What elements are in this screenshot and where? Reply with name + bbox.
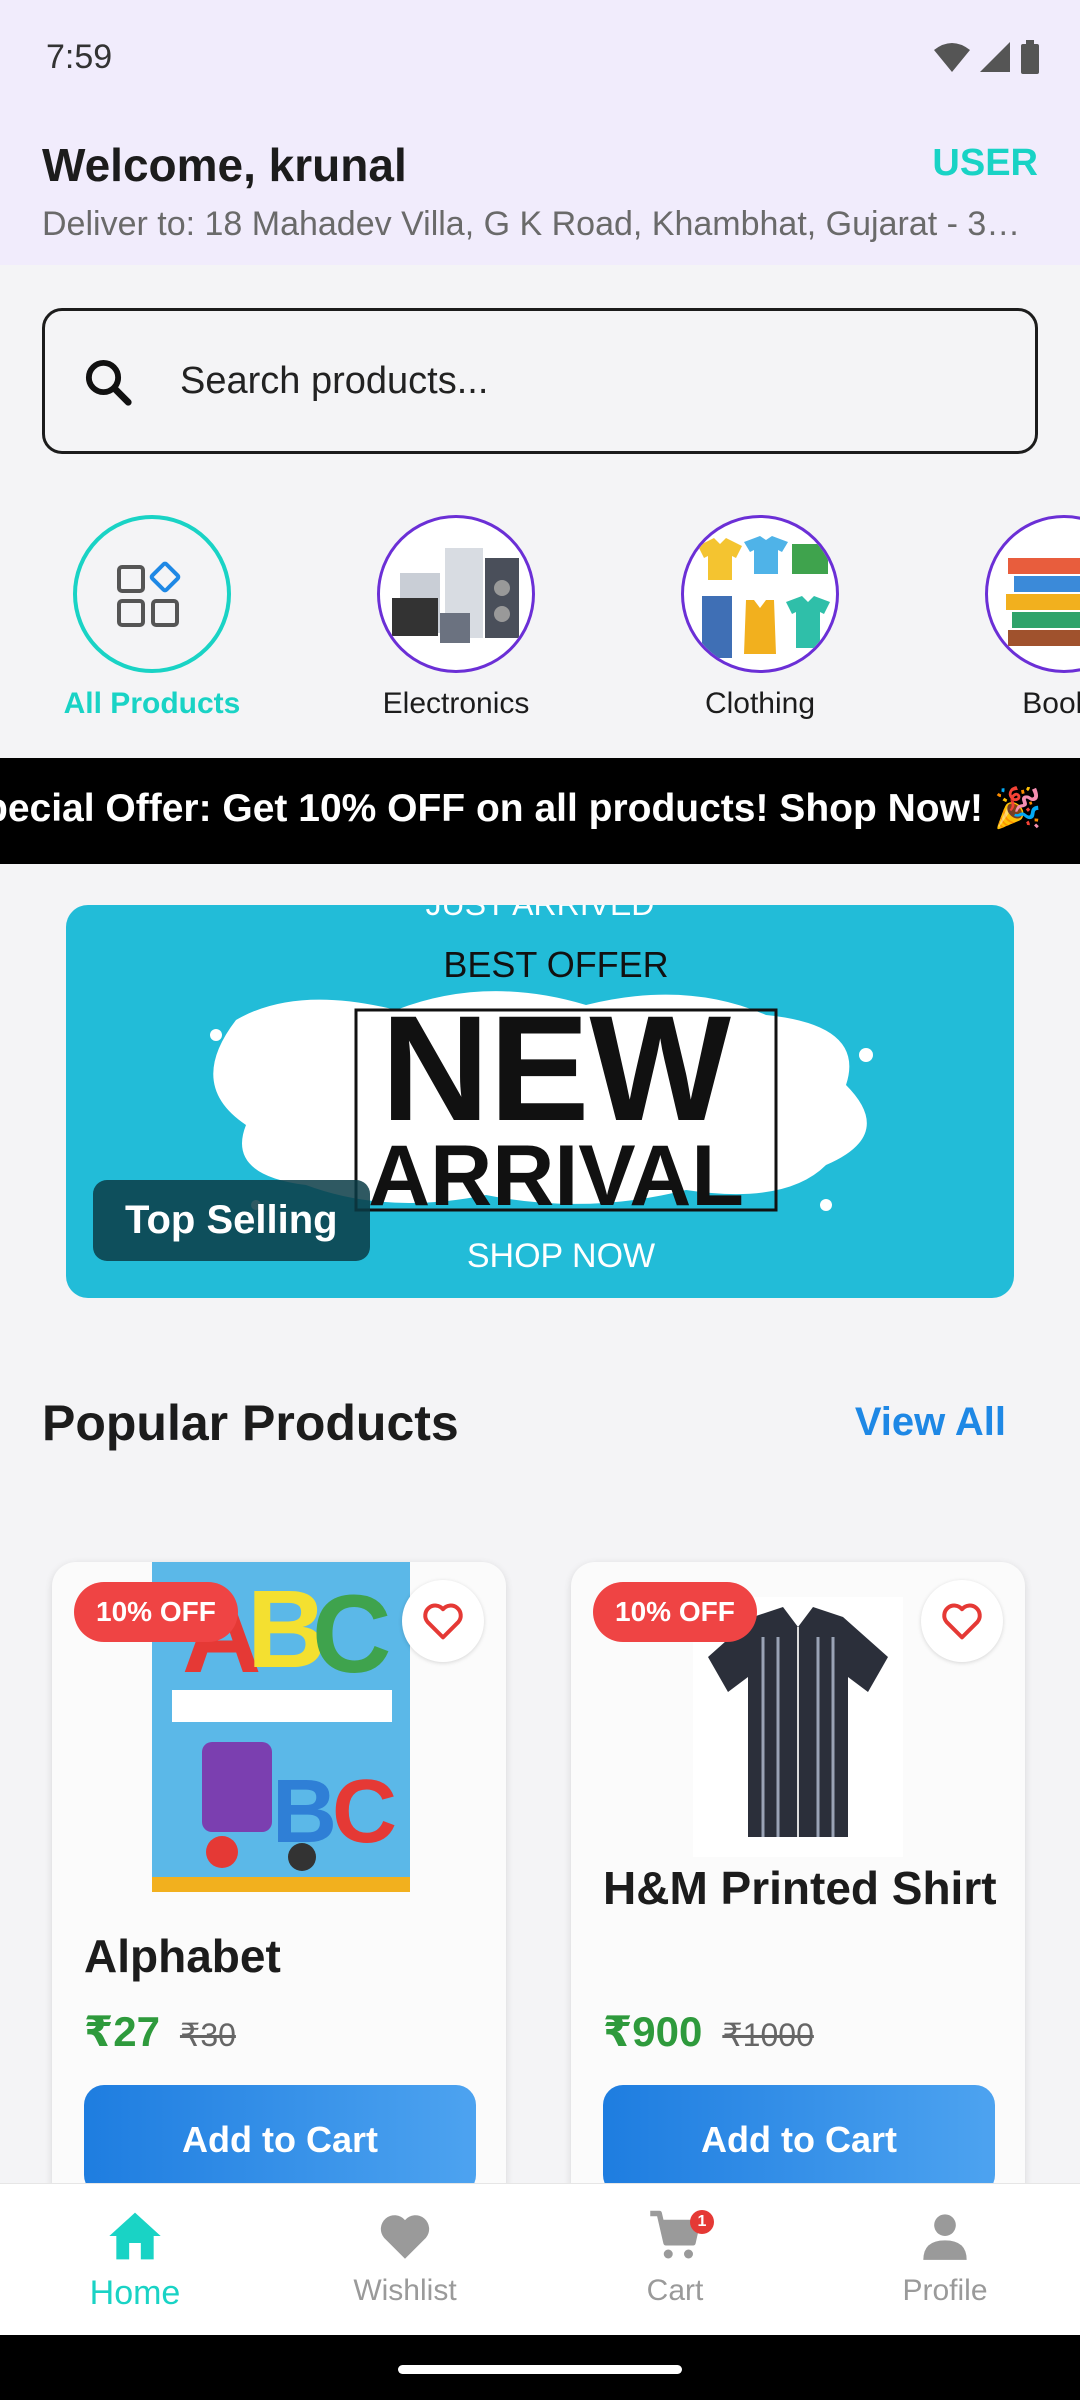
battery-icon [1021,40,1039,74]
category-all-products[interactable]: All Products [42,515,262,721]
heart-icon [380,2215,430,2259]
app-header: Welcome, krunal USER Deliver to: 18 Maha… [0,120,1080,265]
shop-now-text: SHOP NOW [467,1237,655,1275]
nav-label: Profile [902,2274,988,2307]
category-label: Electronics [382,687,530,720]
wishlist-button[interactable] [921,1580,1003,1662]
nav-home[interactable]: Home [0,2206,270,2313]
category-label: All Products [63,687,241,720]
signal-icon [980,42,1010,72]
offer-text: Special Offer: Get 10% OFF on all produc… [0,787,1043,830]
heart-outline-icon [423,1603,463,1640]
product-name: Alphabet [84,1930,281,1982]
product-old-price: ₹1000 [722,2017,814,2053]
status-time: 7:59 [46,38,113,76]
wishlist-button[interactable] [402,1580,484,1662]
nav-label: Wishlist [353,2274,457,2307]
nav-wishlist[interactable]: Wishlist [270,2206,540,2308]
top-selling-tag: Top Selling [93,1180,370,1261]
bottom-navigation: Home Wishlist 1 Cart Profile [0,2183,1080,2335]
home-gesture-handle[interactable] [398,2365,682,2374]
discount-badge: 10% OFF [593,1582,757,1642]
view-all-link[interactable]: View All [855,1400,1006,1445]
category-clothing[interactable]: Clothing [650,515,870,721]
arrival-text: ARRIVAL [368,1128,744,1224]
electronics-image [377,515,535,673]
category-all-products-circle [73,515,231,673]
add-to-cart-button[interactable]: Add to Cart [84,2085,476,2195]
price-row: ₹27 ₹30 [84,2007,236,2056]
price-row: ₹900 ₹1000 [603,2007,814,2056]
new-text: NEW [381,984,731,1152]
user-role-label[interactable]: USER [932,142,1038,185]
product-price: ₹27 [84,2008,160,2055]
search-icon [85,359,132,406]
svg-text:C: C [332,1762,397,1862]
nav-label: Home [89,2274,181,2312]
nav-profile[interactable]: Profile [810,2206,1080,2308]
product-price: ₹900 [603,2008,703,2055]
system-gesture-bar [0,2335,1080,2400]
nav-label: Cart [646,2274,704,2307]
category-list[interactable]: All Products Electronics Clothing Boo [0,515,1080,735]
clothing-image [681,515,839,673]
cart-badge: 1 [690,2210,714,2234]
welcome-text: Welcome, krunal [42,139,407,191]
svg-text:C: C [312,1573,391,1696]
popular-products-title: Popular Products [42,1395,459,1451]
nav-cart[interactable]: 1 Cart [540,2206,810,2308]
offer-marquee: Special Offer: Get 10% OFF on all produc… [0,758,1080,864]
grid-icon [117,561,181,627]
category-electronics[interactable]: Electronics [346,515,566,721]
category-label: Clothing [704,687,816,720]
clothing-illustration [698,536,830,658]
status-icons [934,40,1040,74]
wifi-icon [934,43,970,72]
add-to-cart-button[interactable]: Add to Cart [603,2085,995,2195]
just-arrived-text: JUST ARRIVED [426,905,655,922]
search-bar[interactable] [42,308,1038,454]
category-label: Books [1022,687,1080,720]
best-offer-text: BEST OFFER [443,944,668,985]
books-illustration [1006,558,1080,646]
electronics-illustration [392,548,519,643]
person-icon [923,2214,967,2260]
books-image [985,515,1080,673]
home-icon [109,2212,161,2260]
product-name: H&M Printed Shirt [603,1862,997,1914]
category-books[interactable]: Books [954,515,1080,721]
search-input[interactable] [180,349,980,413]
product-old-price: ₹30 [179,2017,236,2053]
delivery-address[interactable]: Deliver to: 18 Mahadev Villa, G K Road, … [42,205,1037,244]
discount-badge: 10% OFF [74,1582,238,1642]
promo-banner[interactable]: JUST ARRIVED BEST OFFER NEW ARRIVAL SHOP… [66,905,1014,1298]
heart-outline-icon [942,1603,982,1640]
status-bar: 7:59 [0,0,1080,120]
